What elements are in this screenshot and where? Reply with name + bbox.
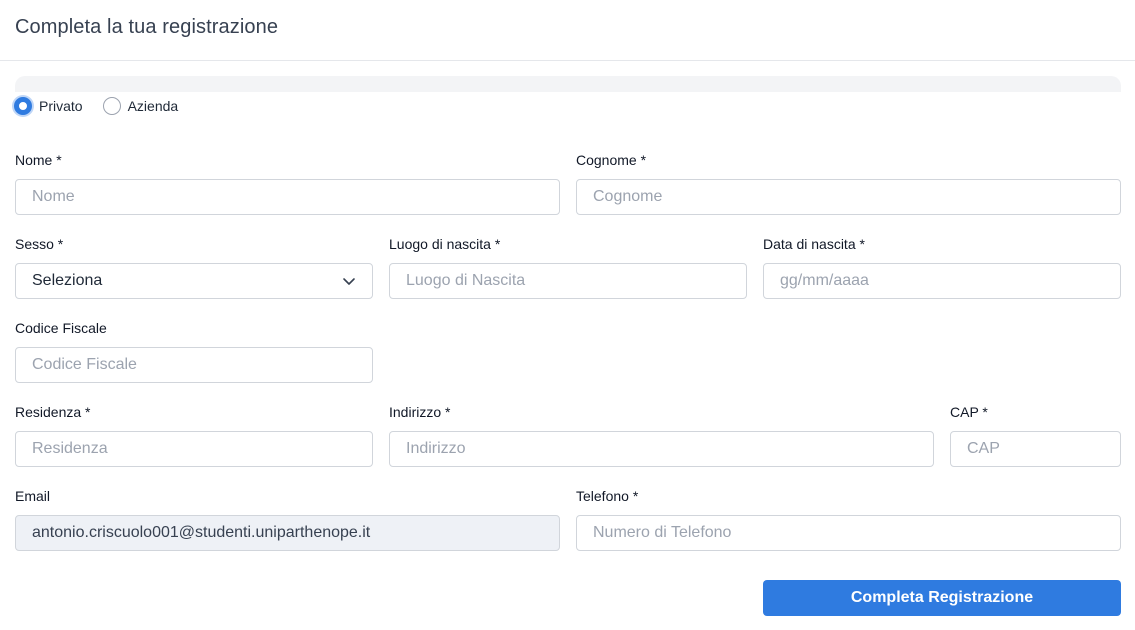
sesso-label: Sesso * [15,236,64,252]
cognome-input[interactable] [576,179,1121,215]
sesso-select[interactable]: Seleziona [15,263,373,299]
residenza-input[interactable] [15,431,373,467]
radio-option-privato[interactable]: Privato [14,97,83,115]
nome-input[interactable] [15,179,560,215]
radio-label-azienda: Azienda [127,98,179,114]
cap-label: CAP * [950,404,988,420]
radio-option-azienda[interactable]: Azienda [102,97,179,115]
luogo-nascita-label: Luogo di nascita * [389,236,501,252]
account-type-radio-group: Privato Azienda [14,96,198,116]
email-label: Email [15,488,51,504]
nome-label: Nome * [15,152,62,168]
page-header: Completa la tua registrazione [0,0,1135,61]
luogo-nascita-input[interactable] [389,263,747,299]
complete-registration-button[interactable]: Completa Registrazione [763,580,1121,616]
section-strip [15,76,1121,92]
chevron-down-icon [342,274,356,288]
radio-unchecked-icon[interactable] [102,97,121,115]
data-nascita-label: Data di nascita * [763,236,865,252]
email-field [15,515,560,551]
codice-fiscale-label: Codice Fiscale [15,320,107,336]
radio-label-privato: Privato [39,98,83,114]
cognome-label: Cognome * [576,152,647,168]
codice-fiscale-input[interactable] [15,347,373,383]
data-nascita-input[interactable] [763,263,1121,299]
indirizzo-label: Indirizzo * [389,404,451,420]
indirizzo-input[interactable] [389,431,934,467]
page-title: Completa la tua registrazione [15,16,279,38]
telefono-input[interactable] [576,515,1121,551]
residenza-label: Residenza * [15,404,91,420]
cap-input[interactable] [950,431,1121,467]
radio-checked-icon[interactable] [14,97,32,115]
sesso-selected-value: Seleziona [32,272,103,289]
telefono-label: Telefono * [576,488,639,504]
